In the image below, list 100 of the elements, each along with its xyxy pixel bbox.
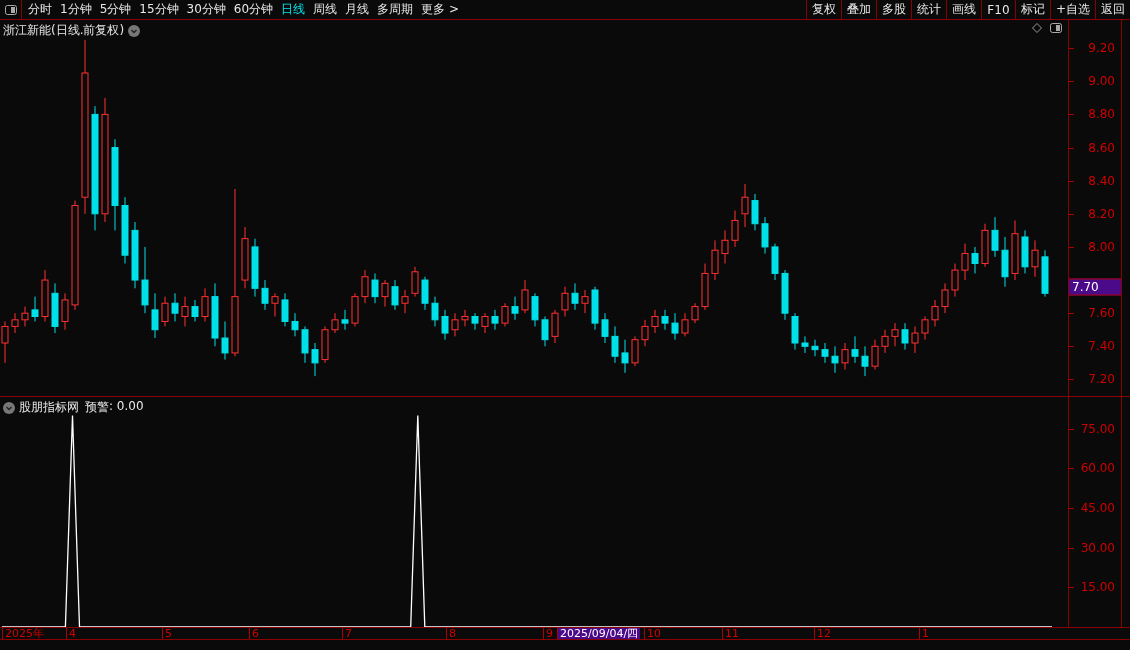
candle bbox=[521, 279, 529, 314]
candle bbox=[391, 279, 399, 311]
candle bbox=[311, 342, 319, 377]
candle bbox=[971, 246, 979, 274]
date-axis-label: 4 bbox=[66, 628, 78, 639]
period-tab[interactable]: 月线 bbox=[345, 1, 370, 18]
indicator-axis-label: 45.00 bbox=[1080, 501, 1115, 516]
candle bbox=[951, 263, 959, 298]
price-axis-label: 7.60 bbox=[1088, 306, 1115, 321]
chevron-down-icon[interactable] bbox=[3, 401, 15, 414]
candle bbox=[851, 335, 859, 364]
candle bbox=[671, 312, 679, 341]
price-axis-label: 8.00 bbox=[1088, 239, 1115, 254]
candle bbox=[431, 296, 439, 327]
toolbar-button[interactable]: 画线 bbox=[945, 0, 981, 19]
chevron-down-icon[interactable] bbox=[128, 24, 141, 37]
candle bbox=[861, 345, 869, 377]
toolbar-button[interactable]: 标记 bbox=[1014, 0, 1050, 19]
candle bbox=[531, 292, 539, 327]
candle bbox=[61, 292, 69, 331]
toolbar-button[interactable]: 统计 bbox=[910, 0, 946, 19]
candle bbox=[491, 309, 499, 331]
candle bbox=[981, 223, 989, 268]
candle bbox=[401, 289, 409, 314]
candle bbox=[1031, 239, 1039, 278]
candle bbox=[691, 302, 699, 324]
panel-toggle-icon bbox=[1050, 23, 1062, 33]
toolbar-button[interactable]: +自选 bbox=[1049, 0, 1095, 19]
period-tab[interactable]: 多周期 bbox=[377, 1, 414, 18]
candle bbox=[1011, 219, 1019, 281]
period-tab[interactable]: 30分钟 bbox=[186, 1, 226, 18]
diamond-icon[interactable] bbox=[1032, 23, 1042, 33]
candle bbox=[451, 312, 459, 337]
candle bbox=[731, 210, 739, 248]
candle bbox=[481, 312, 489, 334]
date-axis-label: 1 bbox=[919, 628, 931, 639]
candle bbox=[131, 221, 139, 289]
chart-title: 浙江新能(日线.前复权) bbox=[3, 22, 125, 39]
candle bbox=[31, 296, 39, 322]
candle bbox=[701, 263, 709, 311]
candle bbox=[961, 243, 969, 281]
date-axis-label: 2025年 bbox=[2, 628, 46, 639]
candle bbox=[341, 309, 349, 331]
candle bbox=[381, 279, 389, 308]
candle bbox=[301, 325, 309, 364]
period-tab[interactable]: 1分钟 bbox=[60, 1, 92, 18]
candle bbox=[171, 292, 179, 322]
candle bbox=[831, 345, 839, 374]
indicator-axis-label: 15.00 bbox=[1080, 580, 1115, 595]
period-tab[interactable]: 60分钟 bbox=[233, 1, 274, 18]
period-tab[interactable]: 分时 bbox=[28, 1, 52, 18]
candle bbox=[291, 312, 299, 337]
candle bbox=[321, 325, 329, 364]
candle bbox=[201, 287, 209, 322]
date-axis-label: 10 bbox=[644, 628, 663, 639]
candle bbox=[21, 306, 29, 327]
date-axis-label: 11 bbox=[722, 628, 741, 639]
toolbar-button[interactable]: F10 bbox=[980, 0, 1015, 19]
candle bbox=[771, 243, 779, 281]
toolbar-button[interactable]: 叠加 bbox=[840, 0, 876, 19]
candle bbox=[361, 269, 369, 304]
price-axis-label: 9.00 bbox=[1088, 74, 1115, 89]
period-tab[interactable]: 5分钟 bbox=[99, 1, 132, 18]
candle bbox=[611, 325, 619, 364]
candle bbox=[601, 312, 609, 344]
candle bbox=[1, 320, 9, 364]
candle bbox=[441, 309, 449, 341]
price-axis-label: 7.20 bbox=[1088, 372, 1115, 387]
period-tab[interactable]: 日线 bbox=[281, 1, 306, 18]
period-tab[interactable]: 更多 > bbox=[421, 1, 459, 18]
toolbar-button[interactable]: 复权 bbox=[805, 0, 841, 19]
candle bbox=[161, 296, 169, 327]
toolbar-button[interactable]: 返回 bbox=[1095, 0, 1130, 19]
price-axis-label: 7.40 bbox=[1088, 339, 1115, 354]
candle bbox=[751, 193, 759, 231]
candle bbox=[221, 320, 229, 361]
date-axis-label: 12 bbox=[814, 628, 833, 639]
candle bbox=[621, 339, 629, 374]
candle bbox=[781, 269, 789, 321]
date-axis-label: 7 bbox=[342, 628, 354, 639]
candle bbox=[151, 292, 159, 339]
indicator-name: 股朋指标网 bbox=[19, 399, 79, 416]
candle bbox=[591, 286, 599, 331]
candle bbox=[211, 282, 219, 347]
candle bbox=[181, 296, 189, 327]
candle bbox=[891, 322, 899, 347]
period-tab[interactable]: 周线 bbox=[313, 1, 338, 18]
candle bbox=[641, 319, 649, 347]
candle bbox=[571, 282, 579, 311]
toolbar-button[interactable]: 多股 bbox=[875, 0, 911, 19]
candle bbox=[651, 309, 659, 334]
panel-toggle-icon bbox=[4, 4, 17, 15]
candle bbox=[721, 229, 729, 264]
candle bbox=[631, 335, 639, 367]
candle bbox=[801, 335, 809, 354]
candle bbox=[281, 292, 289, 327]
candle bbox=[371, 272, 379, 304]
candle bbox=[541, 316, 549, 347]
candle bbox=[881, 329, 889, 354]
period-tab[interactable]: 15分钟 bbox=[139, 1, 179, 18]
